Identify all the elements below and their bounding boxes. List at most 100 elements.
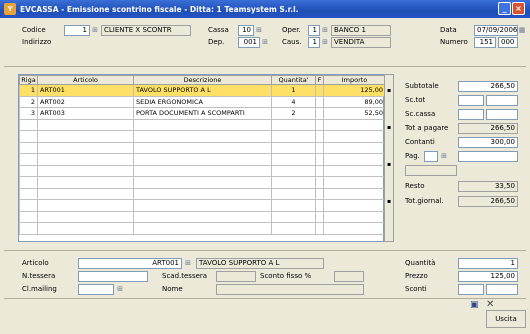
column-header[interactable]: Importo <box>323 75 386 85</box>
row-button-icon[interactable]: ▪ <box>385 124 393 131</box>
table-row[interactable] <box>19 153 386 166</box>
sc-cassa-value-input[interactable] <box>486 109 518 120</box>
lookup-icon[interactable]: ⊞ <box>91 26 99 35</box>
close-window-button[interactable]: × <box>512 2 525 15</box>
row-button-icon[interactable]: ▪ <box>385 161 393 168</box>
table-row[interactable] <box>19 130 386 143</box>
uscita-button[interactable]: Uscita <box>486 310 526 328</box>
table-row[interactable]: 2 ART002 SEDIA ERGONOMICA 4 89,00 <box>19 95 386 108</box>
calendar-icon[interactable]: ▦ <box>518 26 526 35</box>
sconti-input-1[interactable] <box>458 284 484 295</box>
oper-input[interactable]: 1 <box>308 25 320 36</box>
separator <box>4 298 526 299</box>
data-label: Data <box>440 26 457 34</box>
column-header[interactable]: Articolo <box>37 75 134 85</box>
cell-quantita[interactable]: 2 <box>271 107 316 120</box>
subtotale-value: 266,50 <box>458 81 518 92</box>
scad-tessera-label: Scad.tessera <box>162 272 208 280</box>
caus-input[interactable]: 1 <box>308 37 320 48</box>
sc-cassa-percent-input[interactable] <box>458 109 484 120</box>
table-row[interactable] <box>19 199 386 212</box>
cell-articolo[interactable]: ART002 <box>37 95 134 108</box>
table-row[interactable] <box>19 210 386 223</box>
resto-label: Resto <box>405 182 425 190</box>
lookup-icon[interactable]: ⊞ <box>321 38 329 47</box>
cell-importo[interactable]: 52,50 <box>323 107 386 120</box>
nome-label: Nome <box>162 285 183 293</box>
column-header[interactable]: Quantita' <box>271 75 316 85</box>
row-button-icon[interactable]: ▪ <box>385 198 393 205</box>
table-row[interactable] <box>19 187 386 200</box>
articolo-input[interactable]: ART001 <box>78 258 182 269</box>
ntessera-input[interactable] <box>78 271 148 282</box>
cell-descrizione[interactable]: PORTA DOCUMENTI A SCOMPARTI <box>133 107 272 120</box>
sc-tot-value-input[interactable] <box>486 95 518 106</box>
column-header[interactable]: Riga <box>19 75 38 85</box>
numero-suffix-input[interactable]: 000 <box>498 37 518 48</box>
window-title: EVCASSA - Emissione scontrino fiscale - … <box>20 4 299 14</box>
sconti-input-2[interactable] <box>486 284 518 295</box>
column-header[interactable]: F <box>315 75 324 85</box>
dep-input[interactable]: 001 <box>238 37 260 48</box>
separator <box>4 66 526 67</box>
sc-tot-label: Sc.tot <box>405 96 426 104</box>
indirizzo-label: Indirizzo <box>22 38 52 46</box>
sc-tot-percent-input[interactable] <box>458 95 484 106</box>
contanti-label: Contanti <box>405 138 435 146</box>
lookup-icon[interactable]: ⊞ <box>321 26 329 35</box>
cassa-input[interactable]: 10 <box>238 25 254 36</box>
ntessera-label: N.tessera <box>22 272 56 280</box>
save-icon[interactable]: ▣ <box>470 300 479 310</box>
table-row[interactable] <box>19 141 386 154</box>
dep-label: Dep. <box>208 38 225 46</box>
grid-side-buttons[interactable]: ▪ ▪ ▪ ▪ <box>384 74 394 242</box>
cell-quantita[interactable]: 1 <box>271 84 316 97</box>
prezzo-input[interactable]: 125,00 <box>458 271 518 282</box>
clmailing-input[interactable] <box>78 284 114 295</box>
cell-articolo[interactable]: ART001 <box>37 84 134 97</box>
table-row[interactable] <box>19 164 386 177</box>
tot-giornal-value: 266,50 <box>458 196 518 207</box>
cell-riga: 3 <box>19 107 38 120</box>
prezzo-label: Prezzo <box>405 272 428 280</box>
pag-input[interactable] <box>424 151 438 162</box>
lookup-icon[interactable]: ⊞ <box>184 259 192 268</box>
data-input[interactable]: 07/09/2006 <box>474 25 518 36</box>
cell-f[interactable] <box>315 107 324 120</box>
table-row[interactable] <box>19 176 386 189</box>
cell-descrizione[interactable]: SEDIA ERGONOMICA <box>133 95 272 108</box>
cell-importo[interactable]: 89,00 <box>323 95 386 108</box>
codice-label: Codice <box>22 26 46 34</box>
tot-pagare-label: Tot a pagare <box>405 124 449 132</box>
minimize-button[interactable]: _ <box>498 2 511 15</box>
row-button-icon[interactable]: ▪ <box>385 87 393 94</box>
lookup-icon[interactable]: ⊞ <box>261 38 269 47</box>
cell-descrizione[interactable]: TAVOLO SUPPORTO A L <box>133 84 272 97</box>
cell-f[interactable] <box>315 84 324 97</box>
numero-input[interactable]: 151 <box>474 37 496 48</box>
quantita-input[interactable]: 1 <box>458 258 518 269</box>
table-row[interactable] <box>19 118 386 131</box>
cancel-icon[interactable]: ✕ <box>486 299 494 310</box>
table-row[interactable] <box>19 222 386 235</box>
lookup-icon[interactable]: ⊞ <box>440 152 448 161</box>
table-row[interactable]: 1 ART001 TAVOLO SUPPORTO A L 1 125,00 <box>19 84 386 97</box>
column-header[interactable]: Descrizione <box>133 75 272 85</box>
contanti-input[interactable]: 300,00 <box>458 137 518 148</box>
articolo-label: Articolo <box>22 259 49 267</box>
items-grid[interactable]: Riga Articolo Descrizione Quantita' F Im… <box>18 74 386 242</box>
title-bar: Y EVCASSA - Emissione scontrino fiscale … <box>0 0 530 18</box>
codice-input[interactable]: 1 <box>64 25 90 36</box>
cell-articolo[interactable]: ART003 <box>37 107 134 120</box>
cell-importo[interactable]: 125,00 <box>323 84 386 97</box>
table-row[interactable]: 3 ART003 PORTA DOCUMENTI A SCOMPARTI 2 5… <box>19 107 386 120</box>
tot-giornal-label: Tot.giornal. <box>405 197 444 205</box>
lookup-icon[interactable]: ⊞ <box>116 285 124 294</box>
pag-desc-input[interactable] <box>458 151 518 162</box>
resto-value: 33,50 <box>458 181 518 192</box>
separator <box>4 250 526 251</box>
lookup-icon[interactable]: ⊞ <box>255 26 263 35</box>
cell-riga: 1 <box>19 84 38 97</box>
cell-quantita[interactable]: 4 <box>271 95 316 108</box>
cell-f[interactable] <box>315 95 324 108</box>
